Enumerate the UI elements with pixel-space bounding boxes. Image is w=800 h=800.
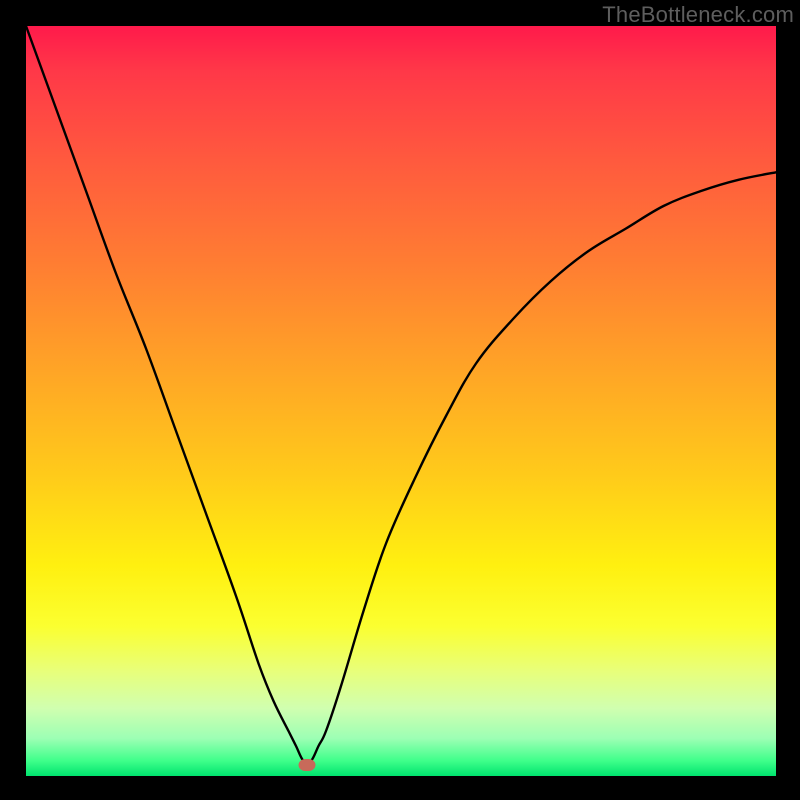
curve-layer [26,26,776,776]
bottleneck-curve [26,26,776,763]
plot-area [26,26,776,776]
outer-frame: TheBottleneck.com [0,0,800,800]
watermark-text: TheBottleneck.com [602,2,794,28]
optimal-point-marker [299,759,316,771]
